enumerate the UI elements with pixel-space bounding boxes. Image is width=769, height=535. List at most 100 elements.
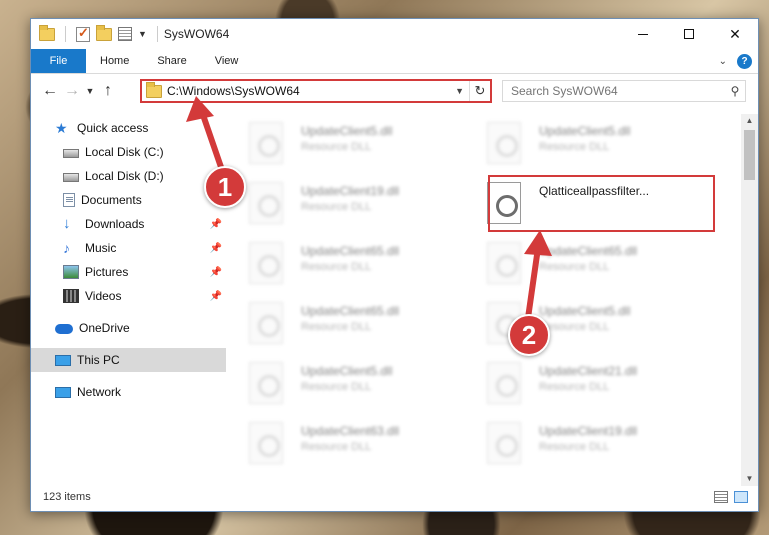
nav-item-label: This PC bbox=[77, 353, 120, 367]
file-name: UpdateClient65.dll bbox=[301, 304, 400, 318]
search-icon[interactable]: ⚲ bbox=[725, 84, 745, 98]
tiles-view-icon[interactable] bbox=[734, 491, 748, 503]
ribbon-right-controls: ⌄ ? bbox=[719, 49, 758, 73]
nav-item-quick-access[interactable]: ★ Quick access bbox=[31, 116, 226, 140]
up-arrow-icon[interactable]: ↑ bbox=[97, 82, 119, 100]
file-type: Resource DLL bbox=[301, 201, 372, 213]
file-type: Resource DLL bbox=[301, 321, 372, 333]
scroll-up-icon[interactable]: ▲ bbox=[741, 114, 758, 128]
tab-home[interactable]: Home bbox=[86, 49, 143, 73]
nav-item-label: Network bbox=[77, 385, 122, 399]
file-name: UpdateClient5.dll bbox=[539, 124, 631, 138]
customize-dropdown-icon[interactable]: ▼ bbox=[138, 29, 147, 39]
nav-item-label: OneDrive bbox=[79, 321, 130, 335]
tab-share[interactable]: Share bbox=[143, 49, 200, 73]
dll-file-icon bbox=[249, 422, 283, 464]
address-path[interactable]: C:\Windows\SysWOW64 bbox=[167, 84, 450, 98]
file-item[interactable]: UpdateClient19.dll Resource DLL bbox=[229, 178, 459, 228]
file-name: UpdateClient5.dll bbox=[301, 124, 393, 138]
nav-item-local-disk-c[interactable]: Local Disk (C:) bbox=[31, 140, 226, 164]
file-item[interactable]: UpdateClient65.dll Resource DLL bbox=[467, 238, 697, 288]
pin-icon[interactable]: 📌 bbox=[210, 219, 222, 230]
nav-item-onedrive[interactable]: OneDrive bbox=[31, 316, 226, 340]
file-item[interactable]: UpdateClient5.dll Resource DLL bbox=[467, 118, 697, 168]
dll-file-icon bbox=[249, 302, 283, 344]
dll-file-icon bbox=[249, 242, 283, 284]
file-item[interactable]: UpdateClient21.dll Resource DLL bbox=[467, 358, 697, 408]
nav-item-label: Downloads bbox=[85, 217, 145, 231]
tab-view[interactable]: View bbox=[201, 49, 253, 73]
file-item[interactable]: UpdateClient65.dll Resource DLL bbox=[229, 238, 459, 288]
scroll-thumb[interactable] bbox=[744, 130, 755, 180]
network-icon bbox=[55, 386, 71, 398]
recent-locations-icon[interactable]: ▼ bbox=[83, 86, 97, 96]
folder-icon bbox=[39, 24, 55, 41]
file-item[interactable]: UpdateClient65.dll Resource DLL bbox=[229, 298, 459, 348]
details-view-icon[interactable] bbox=[714, 491, 728, 503]
step-1-badge: 1 bbox=[204, 166, 246, 208]
search-box[interactable]: ⚲ bbox=[502, 80, 746, 102]
file-name: UpdateClient63.dll bbox=[301, 424, 400, 438]
vertical-scrollbar[interactable]: ▲ ▼ bbox=[741, 114, 758, 486]
file-name: UpdateClient21.dll bbox=[539, 364, 638, 378]
file-item[interactable]: UpdateClient5.dll Resource DLL bbox=[229, 358, 459, 408]
pin-icon[interactable]: 📌 bbox=[210, 291, 222, 302]
nav-item-documents[interactable]: Documents bbox=[31, 188, 226, 212]
file-type: Resource DLL bbox=[301, 381, 372, 393]
file-highlight-box bbox=[488, 175, 715, 232]
drive-icon bbox=[63, 173, 79, 182]
maximize-button[interactable] bbox=[666, 19, 712, 49]
nav-item-label: Local Disk (C:) bbox=[85, 145, 164, 159]
minimize-icon bbox=[638, 33, 648, 35]
file-type: Resource DLL bbox=[301, 261, 372, 273]
help-icon[interactable]: ? bbox=[737, 53, 752, 69]
maximize-icon bbox=[684, 29, 694, 39]
nav-item-pictures[interactable]: Pictures 📌 bbox=[31, 260, 226, 284]
nav-item-label: Quick access bbox=[77, 121, 149, 135]
nav-item-this-pc[interactable]: This PC bbox=[31, 348, 226, 372]
title-bar: ▼ SysWOW64 ✕ bbox=[31, 19, 758, 49]
nav-item-music[interactable]: ♪ Music 📌 bbox=[31, 236, 226, 260]
status-bar: 123 items bbox=[31, 483, 758, 511]
file-name: UpdateClient19.dll bbox=[301, 184, 400, 198]
refresh-icon[interactable]: ↻ bbox=[470, 83, 490, 99]
nav-item-videos[interactable]: Videos 📌 bbox=[31, 284, 226, 308]
address-bar[interactable]: C:\Windows\SysWOW64 ▼ ↻ bbox=[140, 79, 492, 103]
expand-ribbon-icon[interactable]: ⌄ bbox=[719, 56, 727, 67]
file-item[interactable]: UpdateClient19.dll Resource DLL bbox=[467, 418, 697, 468]
forward-arrow-icon[interactable]: → bbox=[61, 82, 83, 100]
search-input[interactable] bbox=[511, 84, 725, 98]
nav-item-downloads[interactable]: ↓ Downloads 📌 bbox=[31, 212, 226, 236]
minimize-button[interactable] bbox=[620, 19, 666, 49]
dll-file-icon bbox=[487, 122, 521, 164]
nav-item-local-disk-d[interactable]: Local Disk (D:) bbox=[31, 164, 226, 188]
computer-icon bbox=[55, 354, 71, 366]
address-dropdown-icon[interactable]: ▼ bbox=[450, 81, 470, 101]
documents-icon bbox=[63, 193, 75, 207]
file-item[interactable]: UpdateClient63.dll Resource DLL bbox=[229, 418, 459, 468]
navigation-pane: ★ Quick access Local Disk (C:) Local Dis… bbox=[31, 114, 226, 479]
dll-file-icon bbox=[487, 242, 521, 284]
dll-file-icon bbox=[249, 182, 283, 224]
back-arrow-icon[interactable]: ← bbox=[39, 82, 61, 100]
nav-item-network[interactable]: Network bbox=[31, 380, 226, 404]
new-folder-icon[interactable] bbox=[96, 24, 112, 41]
pin-icon[interactable]: 📌 bbox=[210, 243, 222, 254]
close-button[interactable]: ✕ bbox=[712, 19, 758, 49]
view-buttons bbox=[714, 491, 748, 503]
file-name: UpdateClient19.dll bbox=[539, 424, 638, 438]
file-item[interactable]: UpdateClient5.dll Resource DLL bbox=[467, 298, 697, 348]
file-type: Resource DLL bbox=[539, 441, 610, 453]
dll-file-icon bbox=[487, 422, 521, 464]
pin-icon[interactable]: 📌 bbox=[210, 267, 222, 278]
tab-file[interactable]: File bbox=[31, 49, 86, 73]
customize-icon[interactable] bbox=[118, 27, 132, 41]
properties-check-icon[interactable] bbox=[76, 25, 90, 42]
file-type: Resource DLL bbox=[539, 381, 610, 393]
close-icon: ✕ bbox=[729, 25, 741, 42]
dll-file-icon bbox=[249, 122, 283, 164]
explorer-window: ▼ SysWOW64 ✕ File Home Share View ⌄ ? ← … bbox=[30, 18, 759, 512]
file-type: Resource DLL bbox=[301, 441, 372, 453]
file-item[interactable]: UpdateClient5.dll Resource DLL bbox=[229, 118, 459, 168]
cloud-icon bbox=[55, 324, 73, 334]
